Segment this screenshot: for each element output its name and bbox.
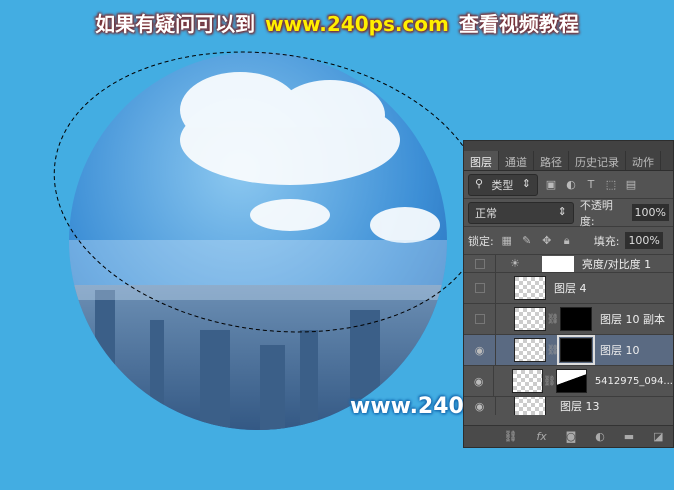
type-filter-icon[interactable]: T [584, 178, 598, 191]
fx-icon[interactable]: fx [536, 430, 546, 443]
eye-icon[interactable]: ◉ [475, 344, 485, 357]
visibility-toggle[interactable] [474, 283, 485, 293]
layer-name: 亮度/对比度 1 [581, 257, 652, 271]
layer-thumb [514, 307, 546, 331]
adjustment-icon: ☀ [510, 257, 520, 270]
new-group-icon[interactable]: ▬ [624, 430, 634, 443]
tab-paths[interactable]: 路径 [534, 151, 569, 170]
panel-footer: ⛓ fx ◙ ◐ ▬ ◪ [464, 425, 673, 447]
layer-row[interactable]: ◉ ⛓ 图层 10 [464, 335, 673, 366]
tab-history[interactable]: 历史记录 [569, 151, 626, 170]
visibility-toggle[interactable] [474, 314, 485, 324]
layer-mask-thumb [557, 335, 595, 365]
new-adjustment-icon[interactable]: ◐ [595, 430, 605, 443]
eye-icon[interactable]: ◉ [474, 375, 484, 388]
link-icon: ⛓ [546, 344, 560, 356]
link-icon: ⛓ [543, 375, 556, 387]
fill-label: 填充: [593, 234, 620, 248]
lock-label: 锁定: [468, 234, 494, 248]
opacity-label: 不透明度: [579, 198, 613, 228]
layer-mask-thumb [560, 307, 592, 331]
lock-move-icon[interactable]: ✥ [540, 234, 554, 247]
layer-name: 图层 4 [554, 282, 587, 295]
tab-channels[interactable]: 通道 [499, 151, 534, 170]
layer-thumb [512, 369, 543, 393]
layer-thumb [514, 338, 546, 362]
tab-actions[interactable]: 动作 [626, 151, 661, 170]
search-icon: ⚲ [475, 176, 484, 190]
smart-object-filter-icon[interactable]: ▤ [624, 178, 638, 191]
layers-panel: 图层 通道 路径 历史记录 动作 ⚲ 类型 ⇕ ▣ ◐ T ⬚ ▤ 正常 ⇕ 不透明度… [463, 140, 674, 448]
adjustment-filter-icon[interactable]: ◐ [564, 178, 578, 191]
tab-layers[interactable]: 图层 [464, 151, 499, 170]
layer-thumb [514, 397, 546, 415]
layer-mask-thumb [541, 255, 574, 272]
add-mask-icon[interactable]: ◙ [566, 430, 577, 443]
layer-row[interactable]: ☀ 亮度/对比度 1 [464, 255, 673, 273]
layer-row[interactable]: ◉ 图层 13 [464, 397, 673, 415]
new-layer-icon[interactable]: ◪ [653, 430, 663, 443]
layer-row[interactable]: ◉ ⛓ 5412975_094... [464, 366, 673, 397]
lock-transparency-icon[interactable]: ▦ [500, 234, 514, 247]
layer-name: 图层 10 [600, 344, 640, 357]
filter-select[interactable]: ⚲ 类型 ⇕ [468, 173, 538, 196]
layer-name: 图层 10 副本 [600, 313, 665, 326]
visibility-toggle[interactable] [474, 258, 485, 269]
lock-all-icon[interactable]: 🔒︎ [560, 234, 574, 248]
layer-row[interactable]: ⛓ 图层 10 副本 [464, 304, 673, 335]
image-filter-icon[interactable]: ▣ [544, 178, 558, 191]
shape-filter-icon[interactable]: ⬚ [604, 178, 618, 191]
layer-row[interactable]: 图层 4 [464, 273, 673, 304]
layer-name: 图层 13 [560, 400, 600, 413]
eye-icon[interactable]: ◉ [475, 400, 485, 413]
filter-value: 类型 [491, 178, 514, 192]
opacity-input[interactable]: 100% [631, 204, 669, 221]
blend-mode-value: 正常 [475, 206, 497, 220]
lock-brush-icon[interactable]: ✎ [520, 234, 534, 247]
layer-mask-thumb [556, 369, 587, 393]
layer-name: 5412975_094... [594, 375, 673, 387]
link-layers-icon[interactable]: ⛓ [503, 430, 517, 443]
link-icon: ⛓ [546, 313, 560, 325]
fill-input[interactable]: 100% [625, 232, 663, 249]
blend-mode-select[interactable]: 正常 ⇕ [468, 201, 574, 224]
layer-thumb [514, 276, 546, 300]
